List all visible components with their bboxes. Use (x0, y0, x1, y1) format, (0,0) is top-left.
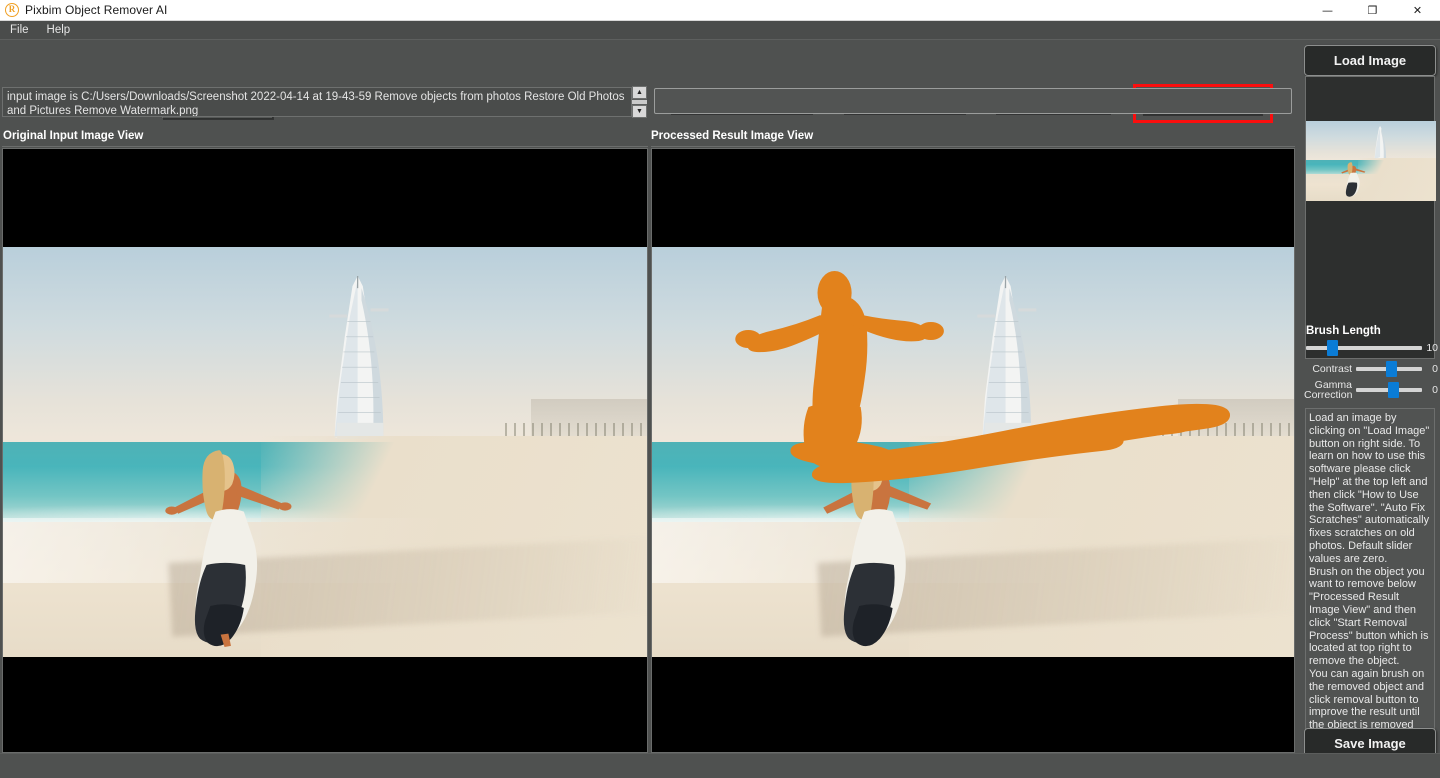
original-input-image-panel[interactable] (2, 148, 648, 753)
maximize-button[interactable]: ❐ (1350, 0, 1395, 21)
contrast-slider-row: Contrast 0 (1304, 358, 1438, 379)
thumbnail-preview-box[interactable] (1305, 76, 1436, 359)
scroll-up-button[interactable]: ▲ (632, 86, 647, 99)
help-paragraph-1: Load an image by clicking on "Load Image… (1309, 412, 1430, 565)
left-divider (2, 146, 648, 147)
brush-length-slider[interactable] (1306, 339, 1422, 356)
brush-length-value: 10 (1426, 341, 1438, 354)
help-instructions-panel: Load an image by clicking on "Load Image… (1305, 408, 1435, 751)
brush-stroke-overlay[interactable] (652, 247, 1294, 657)
thumb-woman (1339, 161, 1368, 198)
burj-al-arab-building (319, 275, 396, 448)
status-bar (0, 753, 1440, 778)
scrollbar-thumb[interactable] (632, 99, 647, 105)
title-bar: R Pixbim Object Remover AI — ❐ ✕ (0, 0, 1440, 21)
gamma-label-line1: Gamma (1314, 378, 1352, 391)
brush-length-knob[interactable] (1326, 339, 1338, 356)
gamma-slider-row: Gamma Correction 0 (1304, 379, 1438, 400)
minimize-button[interactable]: — (1305, 0, 1350, 21)
menu-file[interactable]: File (2, 23, 37, 37)
close-button[interactable]: ✕ (1395, 0, 1440, 21)
brush-length-label: Brush Length (1306, 325, 1381, 337)
app-logo-icon: R (5, 3, 19, 17)
processed-result-image-panel[interactable] (651, 148, 1295, 753)
load-image-button[interactable]: Load Image (1304, 45, 1436, 76)
help-paragraph-2: Brush on the object you want to remove b… (1309, 565, 1429, 668)
window-title: Pixbim Object Remover AI (25, 3, 168, 17)
gamma-label-line2: Correction (1304, 388, 1353, 401)
menu-bar: File Help (0, 21, 1440, 40)
application-window: R Pixbim Object Remover AI — ❐ ✕ File He… (0, 0, 1440, 778)
thumbnail-image (1306, 121, 1436, 201)
menu-help[interactable]: Help (39, 23, 79, 37)
contrast-label: Contrast (1312, 362, 1352, 375)
contrast-value: 0 (1432, 362, 1438, 375)
gamma-correction-label: Gamma Correction (1304, 378, 1356, 401)
contrast-slider[interactable] (1356, 360, 1422, 377)
thumb-sand-wedge (1358, 157, 1436, 201)
contrast-knob[interactable] (1386, 360, 1398, 377)
woman-subject (164, 444, 293, 649)
brush-length-slider-row: 10 (1304, 337, 1438, 358)
gamma-correction-value: 0 (1432, 383, 1438, 396)
slider-controls: Brush Length 10 Contrast 0 Gamma Correct… (1304, 325, 1438, 403)
original-photo (3, 247, 647, 657)
window-controls: — ❐ ✕ (1305, 0, 1440, 21)
right-divider (651, 146, 1295, 147)
thumb-burj-icon (1371, 125, 1389, 161)
processed-photo (652, 247, 1294, 657)
toolbar: Auto Fix Scratches Auto Fix Image Colors… (0, 40, 1440, 123)
gamma-correction-knob[interactable] (1387, 381, 1399, 398)
gamma-correction-slider[interactable] (1356, 381, 1422, 398)
original-input-image-view-label: Original Input Image View (3, 130, 144, 142)
scroll-down-button[interactable]: ▼ (632, 105, 647, 118)
input-image-path-text[interactable]: input image is C:/Users/Downloads/Screen… (2, 87, 632, 117)
right-sidebar: Load Image Brush Length 10 Contrast 0 Ga… (1300, 42, 1440, 770)
processed-result-image-view-label: Processed Result Image View (651, 130, 814, 142)
progress-bar (654, 88, 1292, 114)
